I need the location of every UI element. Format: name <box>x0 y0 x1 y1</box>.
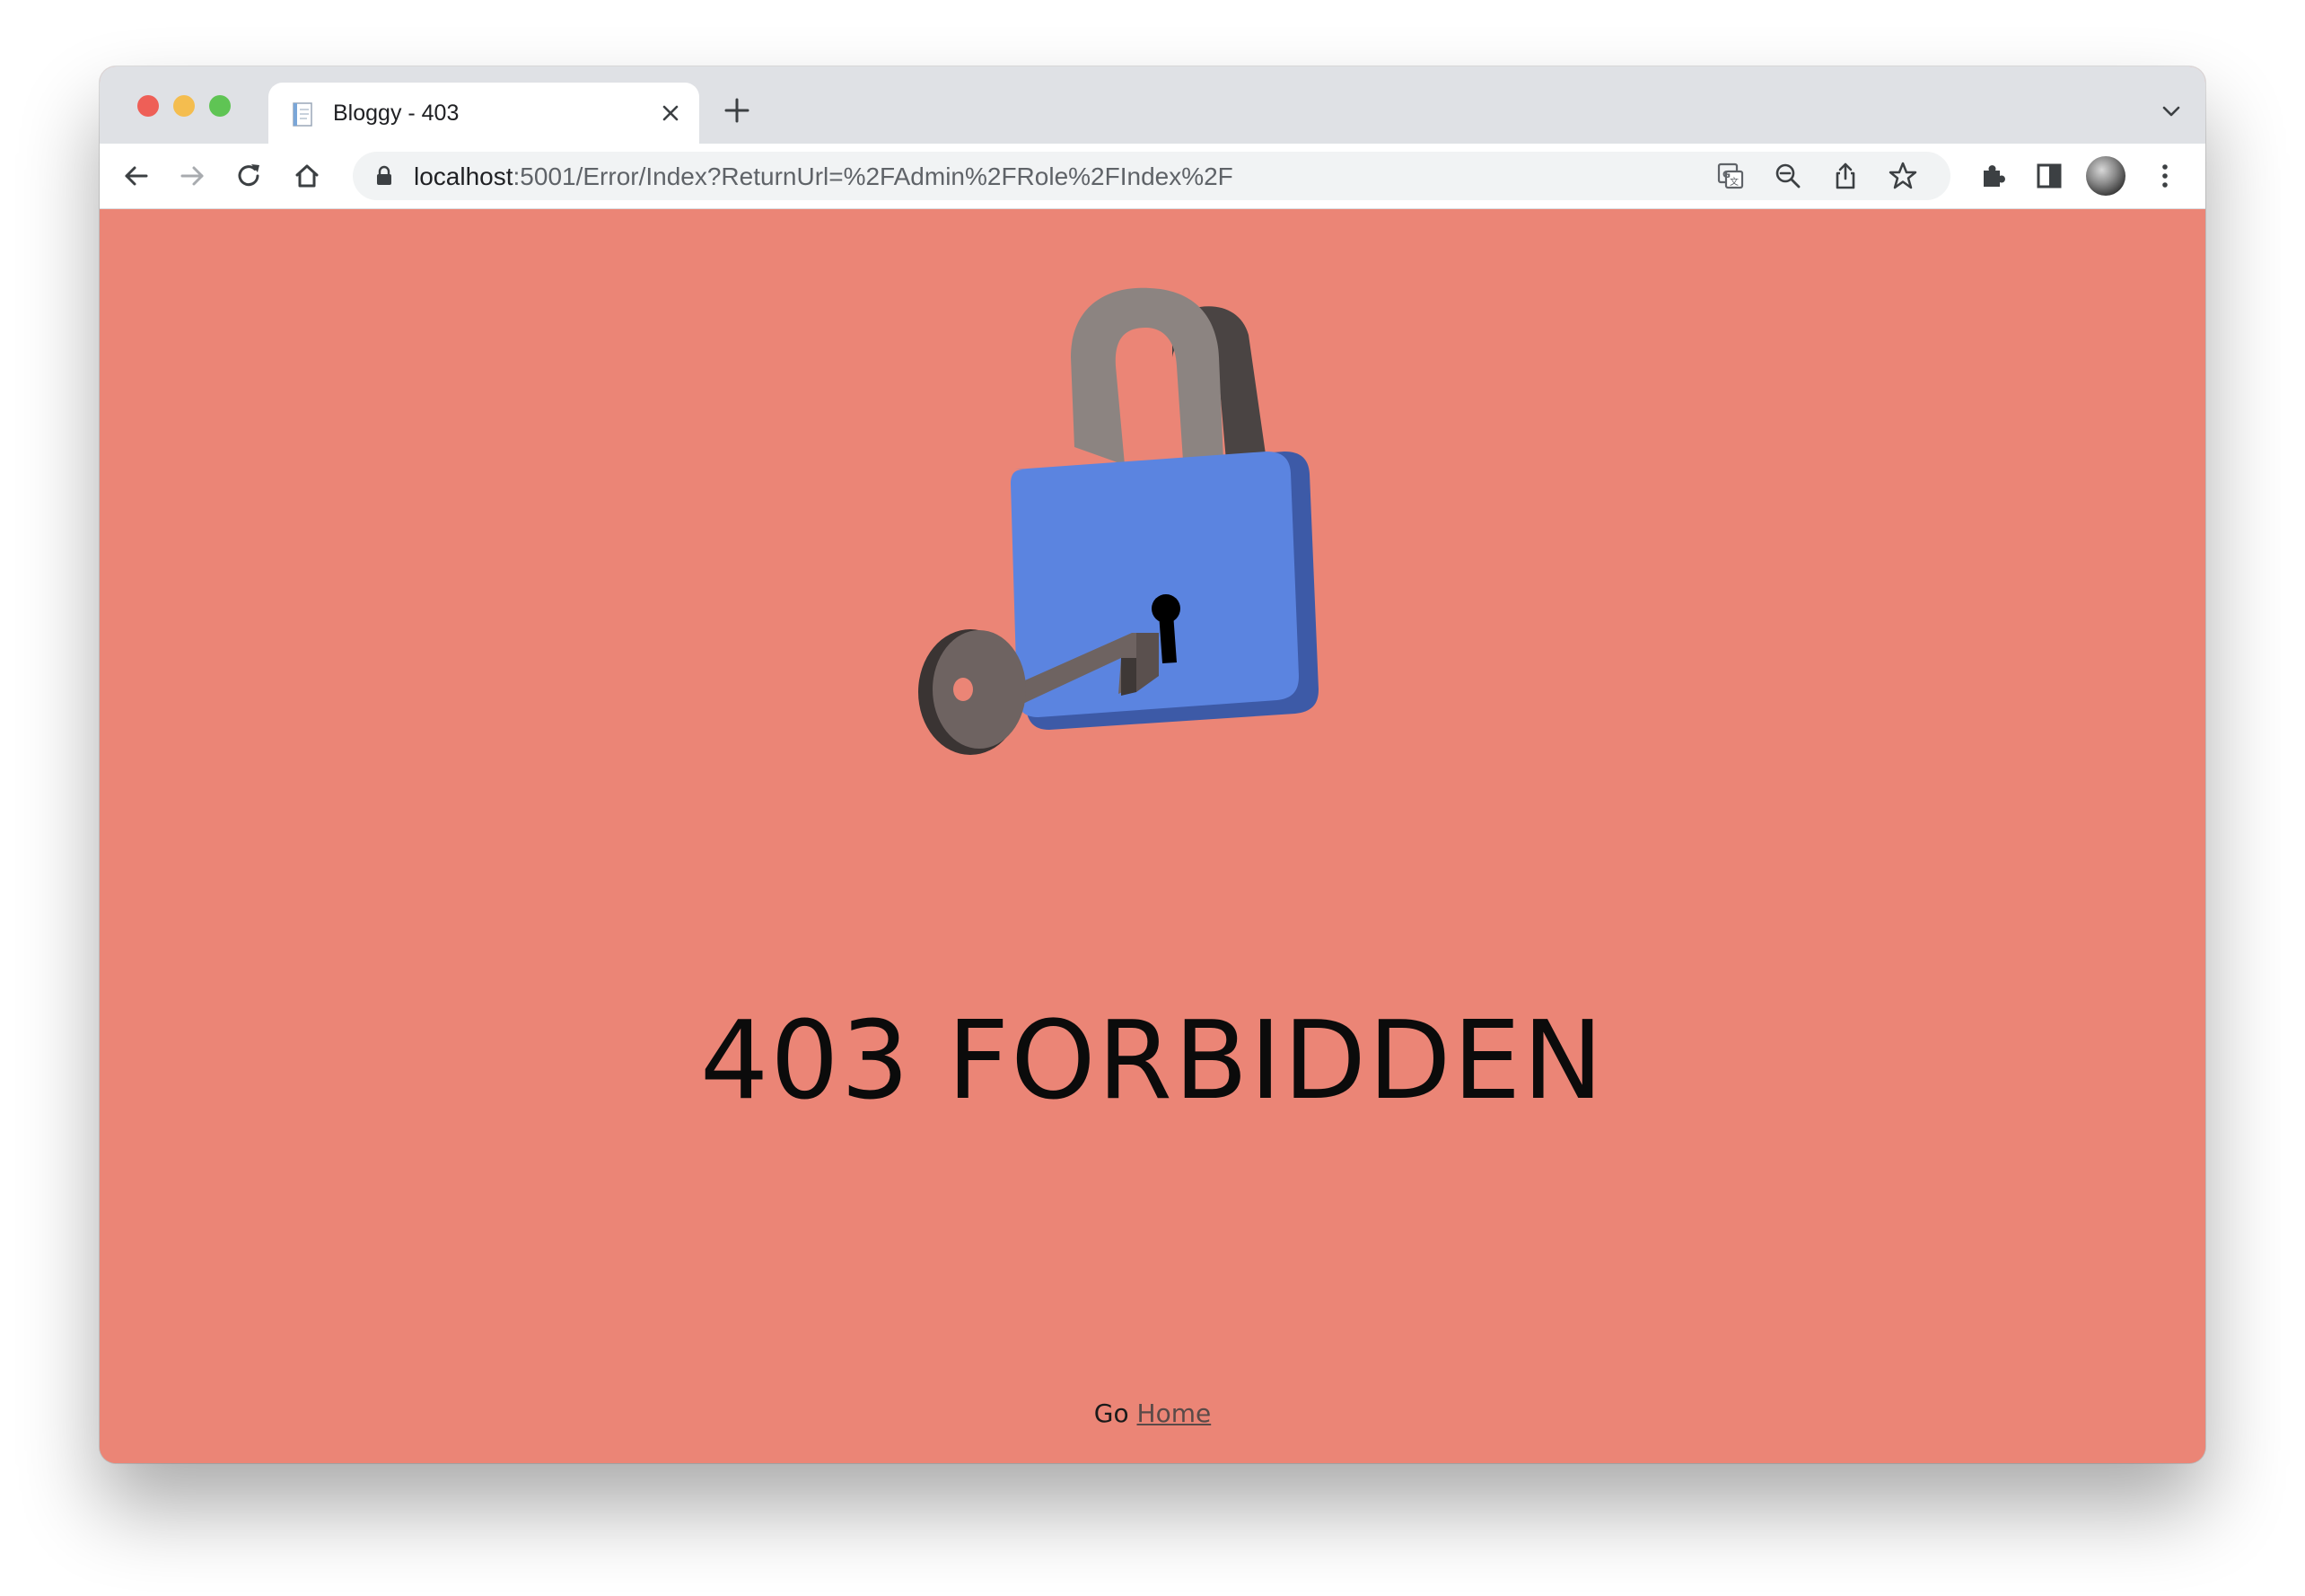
key-bow <box>933 630 1026 749</box>
share-icon[interactable] <box>1830 161 1861 191</box>
tab-strip: Bloggy - 403 <box>100 66 2205 144</box>
home-link[interactable]: Home <box>1137 1399 1212 1428</box>
browser-window: Bloggy - 403 localhost:5001/Error/Index?… <box>100 66 2205 1463</box>
home-icon[interactable] <box>290 159 324 193</box>
minimize-window-button[interactable] <box>173 95 195 117</box>
close-window-button[interactable] <box>137 95 159 117</box>
side-panel-icon[interactable] <box>2032 159 2066 193</box>
footer-nav: Go Home <box>100 1399 2205 1428</box>
forward-arrow-icon[interactable] <box>175 159 209 193</box>
footer-prefix: Go <box>1093 1399 1129 1428</box>
key-hole <box>953 678 973 701</box>
page-favicon-icon <box>293 102 312 127</box>
reload-icon[interactable] <box>232 159 267 193</box>
zoom-out-icon[interactable] <box>1773 161 1803 191</box>
puzzle-icon[interactable] <box>1976 159 2010 193</box>
kebab-menu-icon[interactable] <box>2148 159 2182 193</box>
browser-toolbar: localhost:5001/Error/Index?ReturnUrl=%2F… <box>100 144 2205 209</box>
new-tab-icon[interactable] <box>723 97 750 124</box>
tab-active[interactable]: Bloggy - 403 <box>268 83 699 144</box>
profile-avatar[interactable] <box>2086 156 2125 196</box>
close-tab-icon[interactable] <box>658 101 683 126</box>
chevron-down-icon[interactable] <box>2160 101 2182 122</box>
url-path: :5001/Error/Index?ReturnUrl=%2FAdmin%2FR… <box>513 162 1233 190</box>
maximize-window-button[interactable] <box>209 95 231 117</box>
tab-title: Bloggy - 403 <box>333 101 460 126</box>
page-content: 403 FORBIDDEN Go Home <box>100 209 2205 1463</box>
address-bar[interactable]: localhost:5001/Error/Index?ReturnUrl=%2F… <box>353 152 1950 200</box>
star-icon[interactable] <box>1888 161 1918 191</box>
error-heading: 403 FORBIDDEN <box>699 999 1606 1124</box>
address-url[interactable]: localhost:5001/Error/Index?ReturnUrl=%2F… <box>414 162 1233 191</box>
translate-icon[interactable]: G 文 <box>1715 161 1746 191</box>
svg-text:文: 文 <box>1730 176 1739 188</box>
shackle <box>1071 287 1223 465</box>
back-arrow-icon[interactable] <box>119 159 153 193</box>
padlock-with-key-illustration <box>918 287 1319 755</box>
lock-icon[interactable] <box>374 165 394 187</box>
url-host: localhost <box>414 162 513 190</box>
